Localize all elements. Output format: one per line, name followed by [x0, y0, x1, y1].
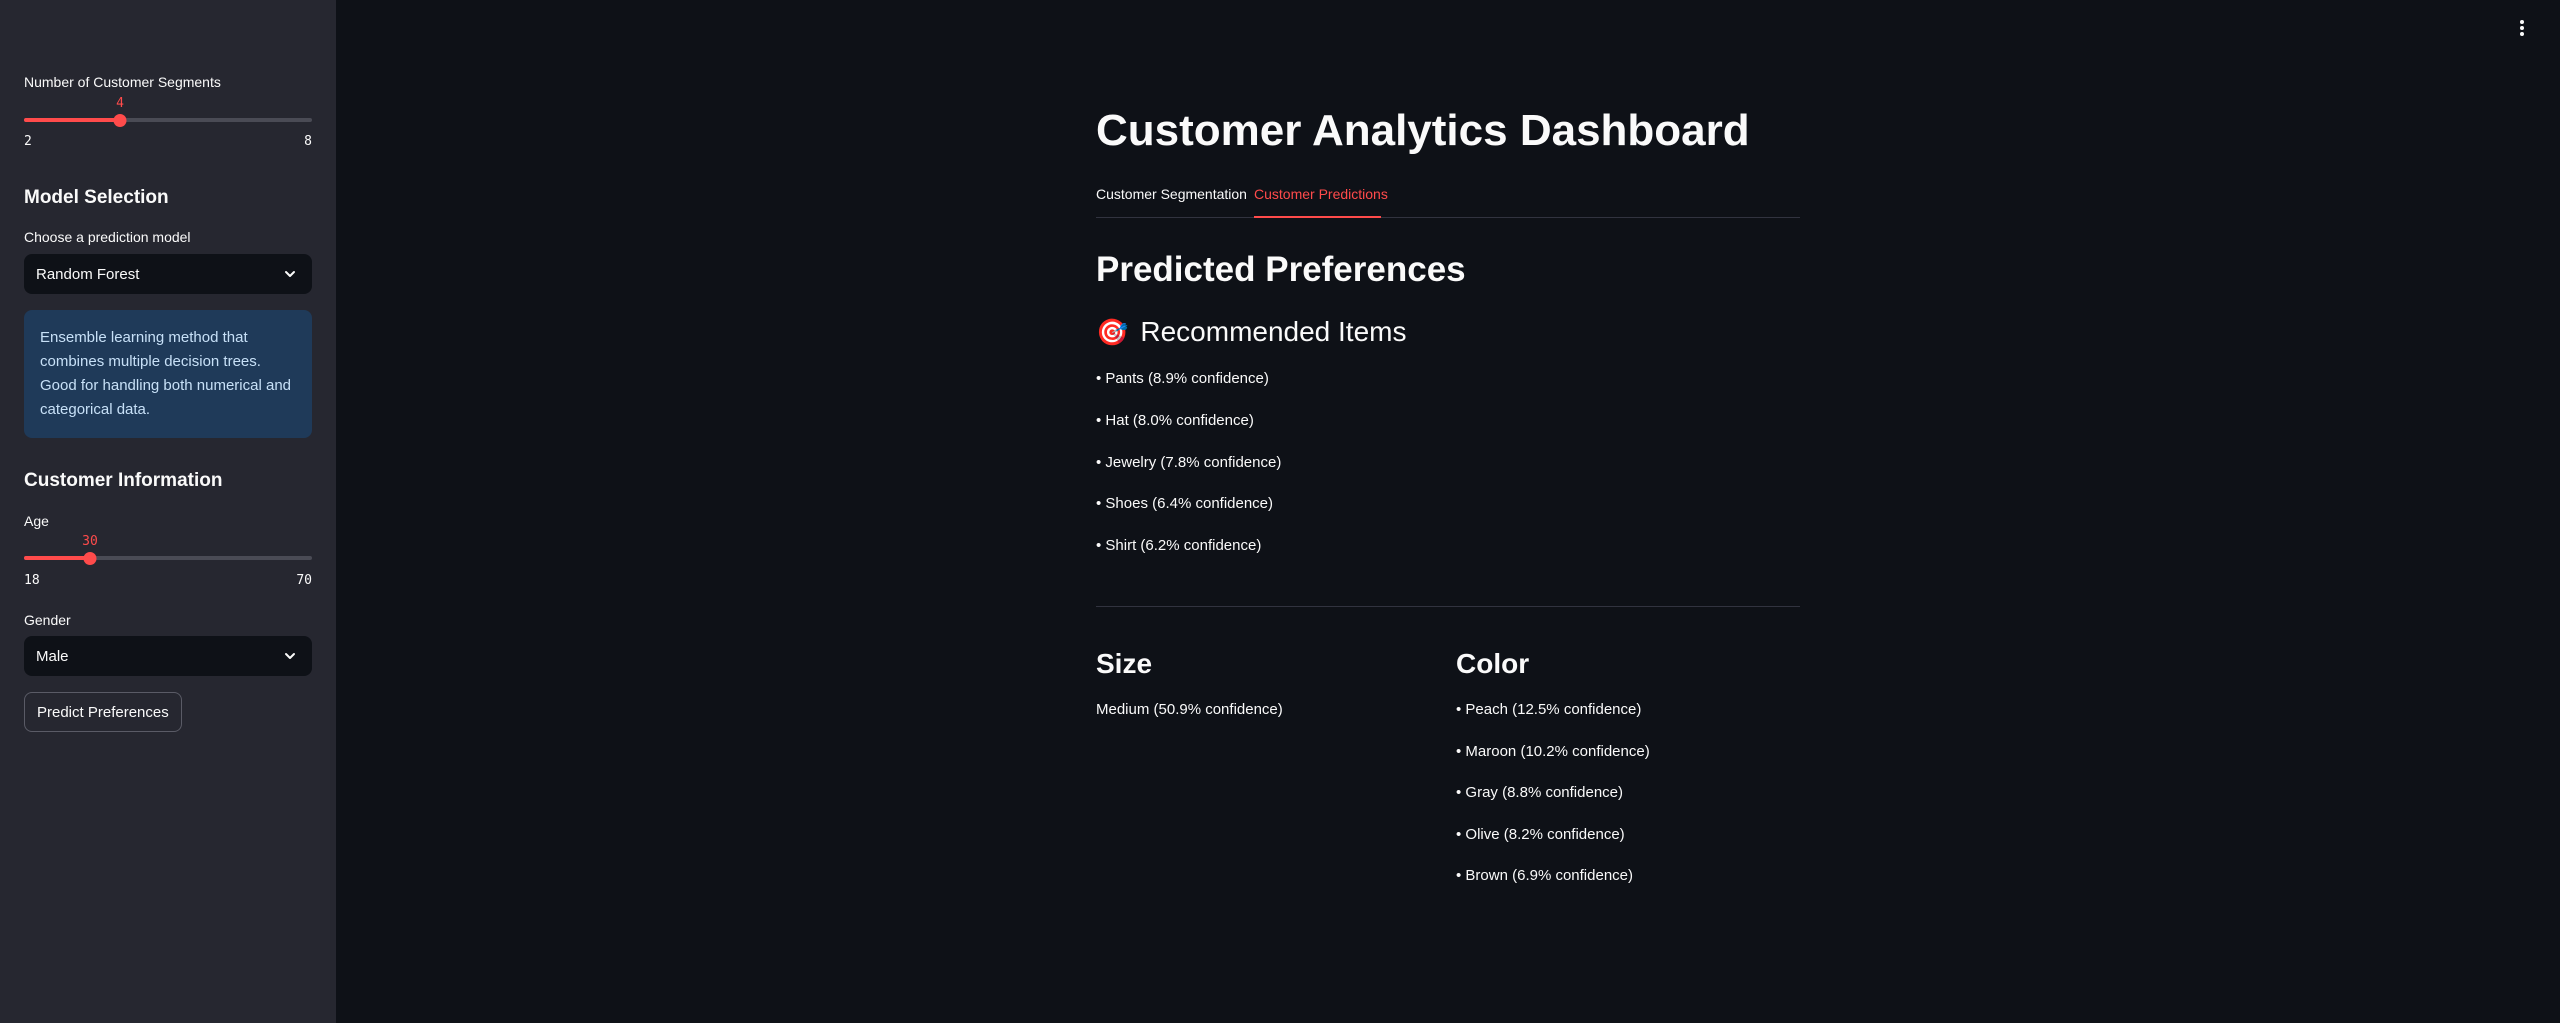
- predict-preferences-button[interactable]: Predict Preferences: [24, 692, 182, 732]
- gender-select[interactable]: Male: [24, 636, 312, 676]
- segments-slider-track[interactable]: [24, 113, 312, 127]
- age-max: 70: [296, 573, 312, 588]
- size-heading: Size: [1096, 648, 1153, 679]
- active-tab-indicator: [1254, 216, 1381, 218]
- list-item: • Peach (12.5% confidence): [1456, 701, 1642, 718]
- segments-min: 2: [24, 134, 32, 149]
- segments-slider-fill: [24, 118, 120, 122]
- list-item: • Hat (8.0% confidence): [1096, 412, 1254, 429]
- segments-max: 8: [304, 134, 312, 149]
- segments-label: Number of Customer Segments: [24, 74, 221, 90]
- list-item: • Jewelry (7.8% confidence): [1096, 454, 1282, 471]
- age-slider-track[interactable]: [24, 551, 312, 565]
- list-item: • Olive (8.2% confidence): [1456, 826, 1625, 843]
- predicted-preferences-heading: Predicted Preferences: [1096, 250, 1466, 289]
- age-label: Age: [24, 513, 49, 529]
- divider: [1096, 606, 1800, 607]
- sidebar: Number of Customer Segments 4 2 8 Model …: [0, 0, 336, 1023]
- size-value: Medium (50.9% confidence): [1096, 701, 1283, 718]
- chevron-down-icon: [285, 653, 295, 659]
- page-title: Customer Analytics Dashboard: [1096, 106, 1750, 155]
- model-select-label: Choose a prediction model: [24, 229, 191, 245]
- age-slider-thumb[interactable]: [83, 551, 97, 565]
- age-slider-value: 30: [82, 534, 98, 549]
- list-item: • Pants (8.9% confidence): [1096, 370, 1269, 387]
- list-item: • Shoes (6.4% confidence): [1096, 495, 1274, 512]
- chevron-down-icon: [285, 271, 295, 277]
- recommended-items-heading: 🎯 Recommended Items: [1096, 316, 1406, 348]
- target-icon: 🎯: [1096, 316, 1129, 347]
- tab-bar: Customer Segmentation Customer Predictio…: [1096, 186, 1800, 218]
- list-item: • Gray (8.8% confidence): [1456, 784, 1623, 801]
- list-item: • Maroon (10.2% confidence): [1456, 743, 1650, 760]
- gender-select-value: Male: [36, 647, 69, 665]
- recommended-items-title: Recommended Items: [1140, 316, 1407, 347]
- age-min: 18: [24, 573, 40, 588]
- tab-customer-segmentation[interactable]: Customer Segmentation: [1096, 186, 1247, 202]
- age-slider-fill: [24, 556, 90, 560]
- model-select[interactable]: Random Forest: [24, 254, 312, 294]
- tab-customer-predictions[interactable]: Customer Predictions: [1254, 186, 1388, 202]
- customer-info-heading: Customer Information: [24, 470, 223, 491]
- model-select-value: Random Forest: [36, 265, 140, 283]
- app: Number of Customer Segments 4 2 8 Model …: [0, 0, 2560, 1023]
- more-vertical-icon[interactable]: [2515, 18, 2529, 38]
- list-item: • Brown (6.9% confidence): [1456, 867, 1634, 884]
- model-selection-heading: Model Selection: [24, 187, 169, 208]
- list-item: • Shirt (6.2% confidence): [1096, 537, 1262, 554]
- gender-label: Gender: [24, 612, 71, 628]
- color-heading: Color: [1456, 648, 1530, 679]
- model-info-box: Ensemble learning method that combines m…: [24, 310, 312, 438]
- segments-slider-thumb[interactable]: [113, 113, 127, 127]
- segments-slider-value: 4: [116, 96, 124, 111]
